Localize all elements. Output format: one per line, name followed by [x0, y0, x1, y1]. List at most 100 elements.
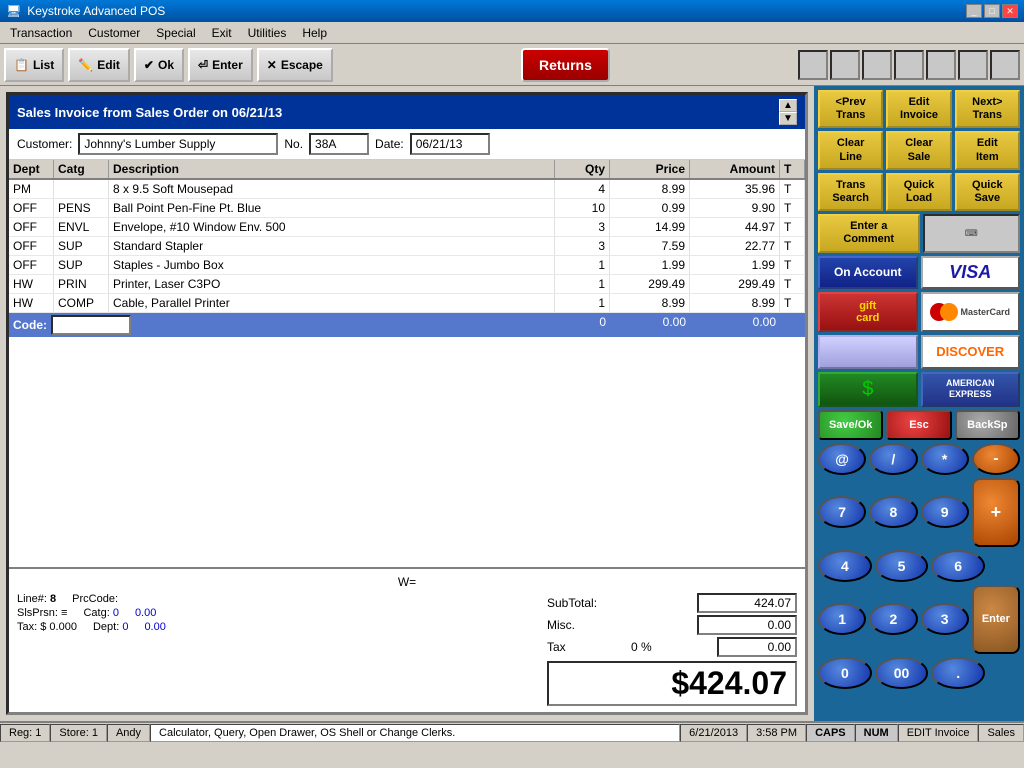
- message-text: Calculator, Query, Open Drawer, OS Shell…: [159, 727, 455, 739]
- store-value: Store: 1: [59, 727, 98, 739]
- discover-button[interactable]: DISCOVER: [921, 335, 1021, 369]
- caps-indicator: CAPS: [806, 724, 855, 742]
- visa-button[interactable]: VISA: [921, 256, 1021, 289]
- numpad-top-row: Save/Ok Esc BackSp: [818, 410, 1020, 440]
- n8-button[interactable]: 8: [869, 496, 917, 528]
- quick-load-button[interactable]: QuickLoad: [886, 173, 951, 211]
- menu-special[interactable]: Special: [150, 24, 201, 42]
- n2-button[interactable]: 2: [869, 603, 917, 635]
- menu-exit[interactable]: Exit: [206, 24, 238, 42]
- close-button[interactable]: ✕: [1002, 4, 1018, 18]
- plus-button[interactable]: +: [972, 478, 1020, 547]
- menu-transaction[interactable]: Transaction: [4, 24, 78, 42]
- backsp-button[interactable]: BackSp: [955, 410, 1020, 440]
- reg-value: Reg: 1: [9, 727, 41, 739]
- gift-card-button[interactable]: giftcard: [818, 292, 918, 332]
- sales-indicator: Sales: [978, 724, 1024, 742]
- code-input[interactable]: [51, 315, 131, 335]
- dot-button[interactable]: .: [931, 657, 985, 689]
- numpad-row-0: 0 00 .: [818, 657, 1020, 689]
- invoice-no-input[interactable]: [309, 133, 369, 155]
- subtotal-input[interactable]: [697, 593, 797, 613]
- quick-save-button[interactable]: QuickSave: [955, 173, 1020, 211]
- misc-input[interactable]: [697, 615, 797, 635]
- on-account-button[interactable]: On Account: [818, 256, 918, 289]
- mastercard-button[interactable]: MasterCard: [921, 292, 1021, 332]
- date-input[interactable]: [410, 133, 490, 155]
- title-bar: 🖥 Keystroke Advanced POS _ □ ✕: [0, 0, 1024, 22]
- no-label: No.: [284, 137, 303, 151]
- n00-button[interactable]: 00: [875, 657, 929, 689]
- edit-invoice-indicator: EDIT Invoice: [898, 724, 979, 742]
- numpad-enter-button[interactable]: Enter: [972, 585, 1020, 654]
- n4-button[interactable]: 4: [818, 550, 872, 582]
- table-row[interactable]: HW COMP Cable, Parallel Printer 1 8.99 8…: [9, 294, 805, 313]
- list-button[interactable]: 📋 List: [4, 48, 64, 82]
- at-button[interactable]: @: [818, 443, 866, 475]
- table-row[interactable]: OFF ENVL Envelope, #10 Window Env. 500 3…: [9, 218, 805, 237]
- esc-button[interactable]: Esc: [886, 410, 951, 440]
- dept-amount: 0.00: [144, 621, 165, 633]
- n9-button[interactable]: 9: [921, 496, 969, 528]
- scroll-down-button[interactable]: ▼: [779, 112, 797, 125]
- col-amount: Amount: [690, 160, 780, 178]
- check-button[interactable]: [818, 335, 918, 369]
- table-row[interactable]: OFF PENS Ball Point Pen-Fine Pt. Blue 10…: [9, 199, 805, 218]
- menu-customer[interactable]: Customer: [82, 24, 146, 42]
- restore-button[interactable]: □: [984, 4, 1000, 18]
- date-label: Date:: [375, 137, 404, 151]
- payment-row-4: $ AMERICANEXPRESS: [818, 372, 1020, 407]
- code-row[interactable]: Code: 0 0.00 0.00: [9, 313, 805, 337]
- edit-button[interactable]: ✏️ Edit: [68, 48, 130, 82]
- ok-icon: ✔: [144, 58, 154, 72]
- nav-row: <PrevTrans EditInvoice Next>Trans: [818, 90, 1020, 128]
- edit-invoice-button[interactable]: EditInvoice: [886, 90, 951, 128]
- code-price: 0.00: [610, 313, 690, 337]
- star-button[interactable]: *: [921, 443, 969, 475]
- toolbar-icon-6: [958, 50, 988, 80]
- numpad-row-456: 4 5 6: [818, 550, 1020, 582]
- clear-sale-button[interactable]: ClearSale: [886, 131, 951, 169]
- title-bar-controls[interactable]: _ □ ✕: [966, 4, 1018, 18]
- slash-button[interactable]: /: [869, 443, 917, 475]
- table-row[interactable]: OFF SUP Staples - Jumbo Box 1 1.99 1.99 …: [9, 256, 805, 275]
- table-row[interactable]: OFF SUP Standard Stapler 3 7.59 22.77 T: [9, 237, 805, 256]
- n1-button[interactable]: 1: [818, 603, 866, 635]
- edit-icon: ✏️: [78, 58, 93, 72]
- edit-item-button[interactable]: EditItem: [955, 131, 1020, 169]
- date-value: 6/21/2013: [689, 727, 738, 739]
- menu-utilities[interactable]: Utilities: [242, 24, 293, 42]
- trans-search-button[interactable]: TransSearch: [818, 173, 883, 211]
- clear-line-button[interactable]: ClearLine: [818, 131, 883, 169]
- minus-button[interactable]: -: [972, 443, 1020, 475]
- invoice-title: Sales Invoice from Sales Order on 06/21/…: [17, 105, 282, 120]
- list-icon: 📋: [14, 58, 29, 72]
- enter-button[interactable]: ⏎ Enter: [188, 48, 253, 82]
- n0-button[interactable]: 0: [818, 657, 872, 689]
- table-row[interactable]: HW PRIN Printer, Laser C3PO 1 299.49 299…: [9, 275, 805, 294]
- tax-footer-value: $ 0.000: [40, 621, 77, 633]
- scroll-up-button[interactable]: ▲: [779, 99, 797, 112]
- tax-footer-label: Tax:: [17, 621, 37, 633]
- tax-amount-input[interactable]: [717, 637, 797, 657]
- toolbar-icon-5: [926, 50, 956, 80]
- ok-button[interactable]: ✔ Ok: [134, 48, 184, 82]
- next-trans-button[interactable]: Next>Trans: [955, 90, 1020, 128]
- returns-button[interactable]: Returns: [521, 48, 610, 82]
- cash-button[interactable]: $: [818, 372, 918, 407]
- enter-comment-button[interactable]: Enter aComment: [818, 214, 920, 252]
- prev-trans-button[interactable]: <PrevTrans: [818, 90, 883, 128]
- customer-input[interactable]: [78, 133, 278, 155]
- toolbar-icon-1: [798, 50, 828, 80]
- n7-button[interactable]: 7: [818, 496, 866, 528]
- n5-button[interactable]: 5: [875, 550, 929, 582]
- n6-button[interactable]: 6: [931, 550, 985, 582]
- minimize-button[interactable]: _: [966, 4, 982, 18]
- n3-button[interactable]: 3: [921, 603, 969, 635]
- table-row[interactable]: PM 8 x 9.5 Soft Mousepad 4 8.99 35.96 T: [9, 180, 805, 199]
- save-ok-button[interactable]: Save/Ok: [818, 410, 883, 440]
- menu-help[interactable]: Help: [296, 24, 333, 42]
- code-amount: 0.00: [690, 313, 780, 337]
- amex-button[interactable]: AMERICANEXPRESS: [921, 372, 1021, 407]
- escape-button[interactable]: ✕ Escape: [257, 48, 333, 82]
